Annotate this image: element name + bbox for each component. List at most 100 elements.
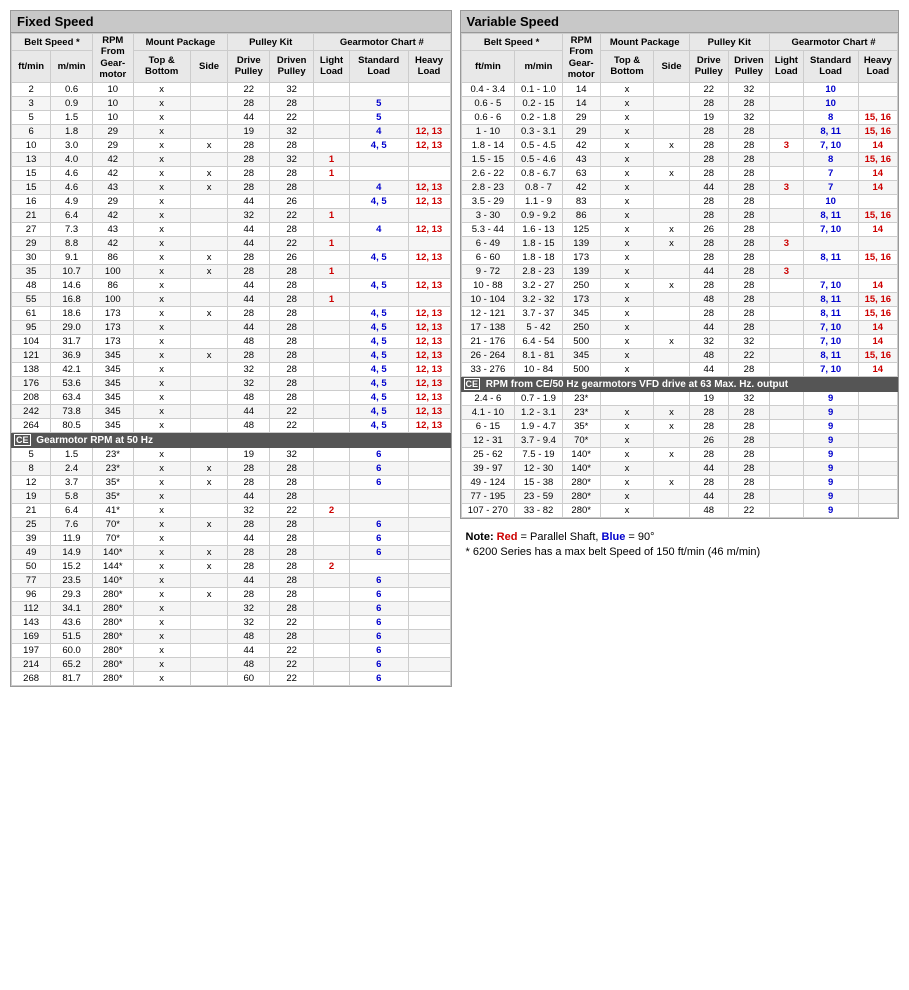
- table-cell: 28: [270, 601, 314, 615]
- table-cell: 15, 16: [858, 152, 897, 166]
- table-cell: 48: [228, 629, 270, 643]
- table-cell: 28: [228, 152, 270, 166]
- table-cell: 44: [228, 531, 270, 545]
- table-cell: 144*: [93, 559, 134, 573]
- table-cell: 4.6: [51, 166, 93, 180]
- table-cell: [770, 82, 804, 96]
- table-cell: 7, 10: [803, 278, 858, 292]
- table-cell: 100: [93, 292, 134, 306]
- table-cell: 14: [858, 362, 897, 376]
- table-cell: 28: [689, 278, 728, 292]
- table-cell: 19: [12, 489, 51, 503]
- table-row: 164.929x44264, 512, 13: [12, 194, 451, 208]
- table-cell: 500: [562, 362, 600, 376]
- table-cell: x: [600, 320, 654, 334]
- table-row: 195.835*x4428: [12, 489, 451, 503]
- table-cell: 3.5 - 29: [461, 194, 515, 208]
- table-cell: 9.1: [51, 250, 93, 264]
- table-cell: x: [600, 96, 654, 110]
- table-cell: 22: [270, 404, 314, 418]
- table-cell: [770, 250, 804, 264]
- table-cell: 28: [270, 222, 314, 236]
- table-cell: 27: [12, 222, 51, 236]
- table-cell: 86: [562, 208, 600, 222]
- table-cell: 28: [270, 376, 314, 390]
- table-cell: 15: [12, 180, 51, 194]
- table-cell: 23.5: [51, 573, 93, 587]
- table-cell: 42: [562, 138, 600, 152]
- table-cell: x: [654, 278, 689, 292]
- table-cell: 12 - 31: [461, 433, 515, 447]
- variable-speed-title: Variable Speed: [461, 11, 899, 33]
- table-cell: [314, 461, 350, 475]
- table-cell: 28: [228, 545, 270, 559]
- table-cell: 3: [12, 96, 51, 110]
- table-cell: 4, 5: [349, 334, 408, 348]
- gearmotor-header: Gearmotor Chart #: [314, 34, 450, 51]
- table-cell: x: [133, 447, 190, 461]
- table-cell: 250: [562, 320, 600, 334]
- table-row: 17 - 1385 - 42250x44287, 1014: [461, 320, 898, 334]
- table-cell: x: [600, 334, 654, 348]
- table-cell: x: [600, 138, 654, 152]
- table-cell: 29.0: [51, 320, 93, 334]
- table-cell: 48: [689, 292, 728, 306]
- table-cell: 44: [228, 320, 270, 334]
- table-cell: 48: [12, 278, 51, 292]
- table-cell: [314, 180, 350, 194]
- table-cell: 29: [12, 236, 51, 250]
- table-row: 19760.0280*x44226: [12, 643, 451, 657]
- table-cell: [190, 657, 228, 671]
- table-cell: [858, 405, 897, 419]
- table-row: 12 - 1213.7 - 37345x28288, 1115, 16: [461, 306, 898, 320]
- table-cell: 4: [349, 124, 408, 138]
- table-cell: 28: [689, 306, 728, 320]
- table-cell: [858, 447, 897, 461]
- table-cell: x: [600, 348, 654, 362]
- vs-light-load-header: LightLoad: [770, 51, 804, 82]
- table-cell: 28: [270, 531, 314, 545]
- table-cell: 280*: [562, 489, 600, 503]
- table-row: 33 - 27610 - 84500x44287, 1014: [461, 362, 898, 376]
- side-header: Side: [190, 51, 228, 82]
- table-cell: [190, 320, 228, 334]
- table-cell: 12, 13: [408, 362, 450, 376]
- table-cell: [770, 419, 804, 433]
- table-cell: 23*: [93, 461, 134, 475]
- table-cell: 4.1 - 10: [461, 405, 515, 419]
- table-cell: 9: [803, 489, 858, 503]
- table-cell: 12, 13: [408, 320, 450, 334]
- table-cell: 345: [93, 376, 134, 390]
- table-cell: 140*: [562, 461, 600, 475]
- table-cell: [190, 362, 228, 376]
- table-cell: [190, 278, 228, 292]
- table-cell: 1.6 - 13: [515, 222, 562, 236]
- table-cell: [770, 433, 804, 447]
- table-cell: 28: [270, 489, 314, 503]
- table-cell: 28: [270, 264, 314, 278]
- table-cell: 55: [12, 292, 51, 306]
- table-cell: 3.7 - 9.4: [515, 433, 562, 447]
- table-cell: 2.8 - 23: [515, 264, 562, 278]
- table-cell: x: [190, 264, 228, 278]
- table-cell: x: [133, 390, 190, 404]
- table-cell: 28: [728, 194, 769, 208]
- table-cell: 8, 11: [803, 306, 858, 320]
- table-cell: 1.2 - 3.1: [515, 405, 562, 419]
- table-row: 26881.7280*x60226: [12, 671, 451, 685]
- table-cell: 8.1 - 81: [515, 348, 562, 362]
- table-cell: [770, 489, 804, 503]
- table-cell: 7.3: [51, 222, 93, 236]
- table-cell: [654, 433, 689, 447]
- table-row: 2.4 - 60.7 - 1.923*19329: [461, 391, 898, 405]
- table-cell: [654, 489, 689, 503]
- table-cell: [408, 96, 450, 110]
- table-cell: 10: [12, 138, 51, 152]
- table-cell: 140*: [93, 573, 134, 587]
- table-row: 61.829x1932412, 13: [12, 124, 451, 138]
- table-cell: 28: [689, 166, 728, 180]
- table-cell: 15.2: [51, 559, 93, 573]
- vs-drive-pulley-header: DrivePulley: [689, 51, 728, 82]
- table-cell: 25: [12, 517, 51, 531]
- rpm-header: RPMFromGear-motor: [93, 34, 134, 83]
